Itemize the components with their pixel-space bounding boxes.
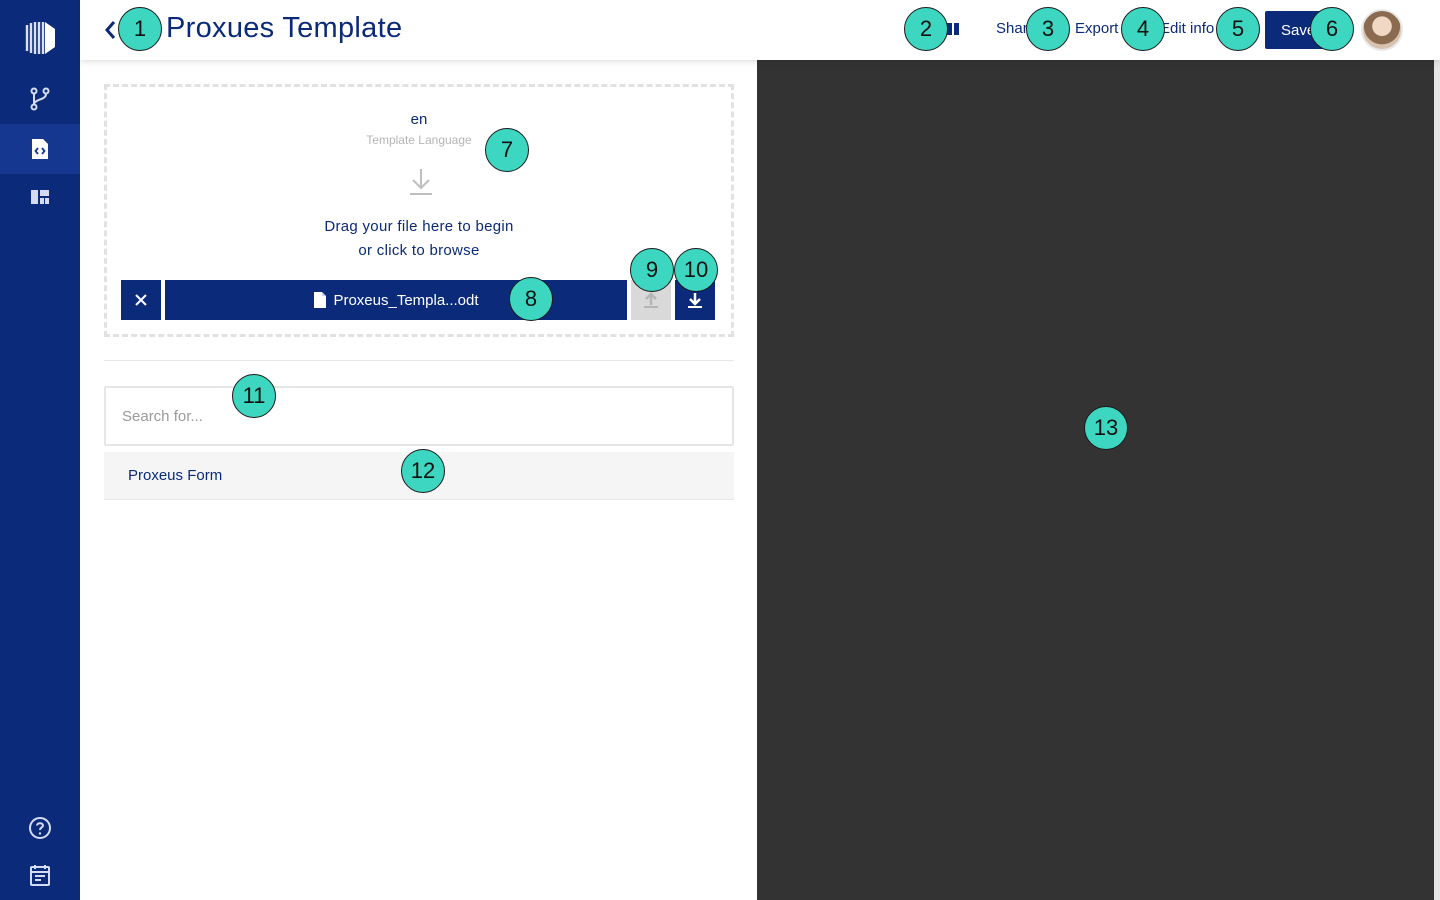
close-icon (135, 294, 147, 306)
file-icon (314, 292, 327, 308)
marker-9: 9 (630, 248, 674, 292)
marker-7: 7 (485, 128, 529, 172)
help-icon[interactable] (0, 803, 80, 853)
dashboard-icon[interactable] (0, 172, 80, 222)
marker-5: 5 (1216, 7, 1260, 51)
file-actions-bar: Proxeus_Templa...odt (121, 280, 717, 320)
file-name-button[interactable]: Proxeus_Templa...odt (165, 280, 627, 320)
template-icon[interactable] (0, 124, 80, 174)
template-language-label: Template Language (366, 133, 472, 147)
edit-info-button[interactable]: Edit info (1160, 20, 1218, 37)
marker-2: 2 (904, 7, 948, 51)
sidebar (0, 0, 80, 900)
download-arrow-icon (410, 169, 432, 195)
marker-10: 10 (674, 248, 718, 292)
template-preview[interactable] (757, 60, 1434, 900)
upload-icon (644, 292, 658, 308)
book-icon[interactable] (946, 22, 960, 36)
workflow-icon[interactable] (0, 74, 80, 124)
file-name: Proxeus_Templa...odt (333, 291, 479, 309)
file-dropzone[interactable]: en Template Language Drag your file here… (104, 84, 734, 337)
scrollbar[interactable] (1434, 60, 1440, 900)
chevron-left-icon (105, 21, 116, 39)
dropzone-instruction: Drag your file here to begin (324, 218, 514, 235)
marker-3: 3 (1026, 7, 1070, 51)
share-button[interactable]: Share (996, 20, 1030, 37)
marker-6: 6 (1310, 7, 1354, 51)
marker-4: 4 (1121, 7, 1165, 51)
download-icon (688, 293, 702, 308)
remove-file-button[interactable] (121, 280, 161, 320)
logo-icon[interactable] (0, 12, 80, 64)
page-title: Proxues Template (166, 12, 403, 44)
marker-11: 11 (232, 374, 276, 418)
marker-12: 12 (401, 449, 445, 493)
marker-8: 8 (509, 277, 553, 321)
template-language-code[interactable]: en (107, 111, 731, 128)
search-input[interactable] (104, 386, 734, 446)
avatar[interactable] (1361, 9, 1403, 51)
calendar-icon[interactable] (0, 850, 80, 900)
divider (104, 360, 734, 361)
marker-1: 1 (118, 7, 162, 51)
export-button[interactable]: Export (1075, 20, 1127, 37)
marker-13: 13 (1084, 406, 1128, 450)
